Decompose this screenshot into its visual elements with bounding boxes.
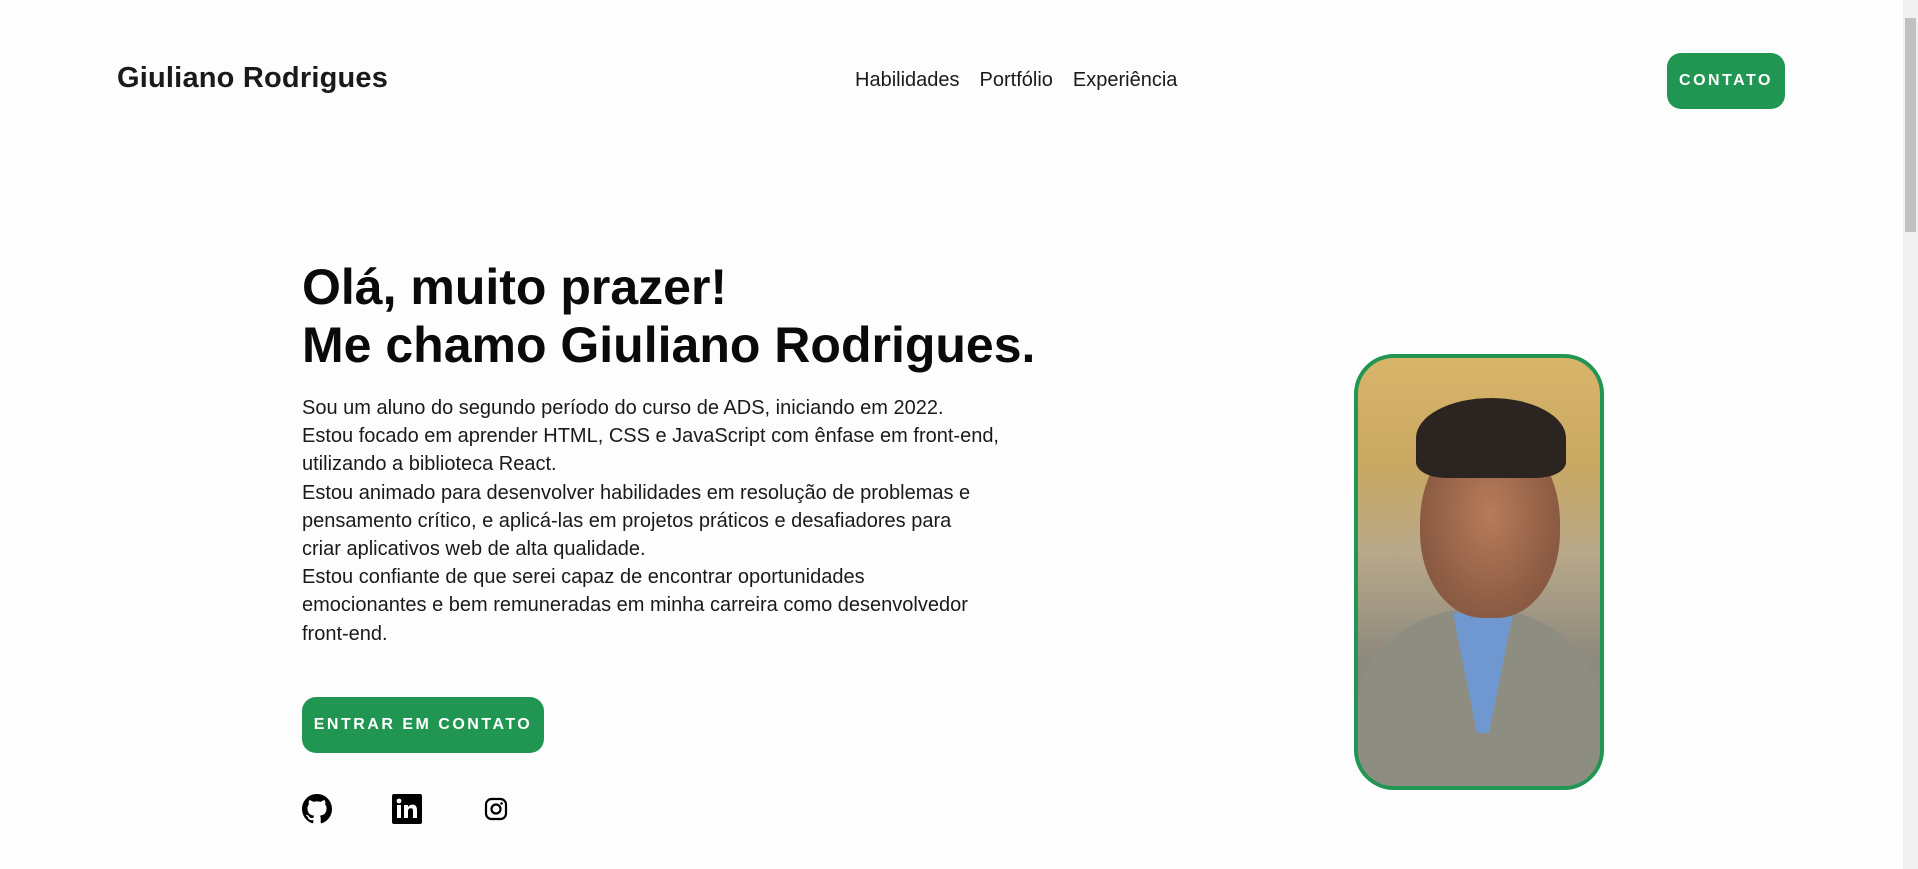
page-scrollbar[interactable] bbox=[1903, 0, 1918, 869]
description-line: Estou animado para desenvolver habilidad… bbox=[302, 481, 971, 504]
hero-title-line-2: Me chamo Giuliano Rodrigues. bbox=[302, 317, 1036, 373]
photo-hair bbox=[1416, 398, 1566, 478]
contact-button[interactable]: CONTATO bbox=[1667, 53, 1785, 109]
description-line: Estou focado em aprender HTML, CSS e Jav… bbox=[302, 425, 999, 448]
instagram-icon[interactable] bbox=[484, 797, 514, 827]
description-line: pensamento crítico, e aplicá-las em proj… bbox=[302, 509, 952, 532]
hero-title-line-1: Olá, muito prazer! bbox=[302, 259, 728, 315]
description-line: front-end. bbox=[302, 622, 388, 645]
nav-portfolio[interactable]: Portfólio bbox=[980, 69, 1053, 92]
profile-photo bbox=[1354, 354, 1604, 790]
description-line: utilizando a biblioteca React. bbox=[302, 453, 557, 476]
nav-habilidades[interactable]: Habilidades bbox=[855, 69, 960, 92]
cta-contact-button[interactable]: ENTRAR EM CONTATO bbox=[302, 697, 544, 753]
hero-description: Sou um aluno do segundo período do curso… bbox=[302, 394, 999, 648]
main-nav: Habilidades Portfólio Experiência bbox=[855, 69, 1177, 92]
scrollbar-thumb[interactable] bbox=[1905, 18, 1916, 232]
github-icon[interactable] bbox=[302, 794, 333, 824]
description-line: criar aplicativos web de alta qualidade. bbox=[302, 538, 646, 561]
nav-experiencia[interactable]: Experiência bbox=[1073, 69, 1178, 92]
linkedin-icon[interactable] bbox=[392, 794, 422, 824]
hero-title: Olá, muito prazer! Me chamo Giuliano Rod… bbox=[302, 258, 1035, 374]
description-line: Estou confiante de que serei capaz de en… bbox=[302, 566, 865, 589]
description-line: Sou um aluno do segundo período do curso… bbox=[302, 397, 944, 419]
site-logo[interactable]: Giuliano Rodrigues bbox=[117, 62, 388, 95]
description-line: emocionantes e bem remuneradas em minha … bbox=[302, 594, 968, 617]
